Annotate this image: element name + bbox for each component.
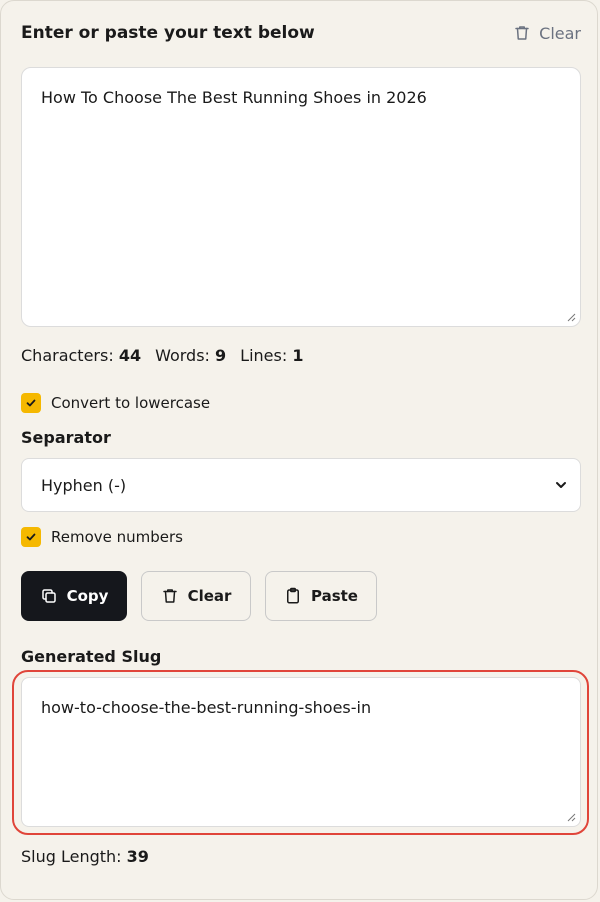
text-input[interactable]: How To Choose The Best Running Shoes in … (21, 67, 581, 327)
header-clear-label: Clear (539, 23, 581, 43)
lowercase-checkbox[interactable] (21, 393, 41, 413)
trash-icon (515, 26, 529, 40)
clear-button[interactable]: Clear (141, 571, 251, 621)
clipboard-icon (287, 587, 299, 604)
slug-output-value: how-to-choose-the-best-running-shoes-in (41, 698, 372, 717)
paste-label: Paste (311, 587, 358, 605)
copy-button[interactable]: Copy (21, 571, 127, 621)
slug-length-label: Slug Length: (21, 847, 122, 866)
lines-value: 1 (292, 346, 304, 365)
words-value: 9 (215, 346, 227, 365)
generated-slug-title: Generated Slug (21, 647, 162, 666)
copy-label: Copy (66, 587, 109, 605)
copy-icon (41, 589, 56, 603)
clear-label: Clear (187, 587, 232, 605)
words-label: Words: (155, 346, 210, 365)
words-stat: Words: 9 (155, 346, 226, 365)
remove-numbers-option[interactable]: Remove numbers (21, 527, 183, 547)
slug-length: Slug Length: 39 (21, 847, 149, 866)
characters-stat: Characters: 44 (21, 346, 141, 365)
lowercase-label: Convert to lowercase (51, 394, 211, 412)
input-title: Enter or paste your text below (21, 23, 315, 43)
separator-select[interactable]: Hyphen (-) (21, 458, 581, 512)
lowercase-option[interactable]: Convert to lowercase (21, 393, 210, 413)
input-header: Enter or paste your text below Clear (21, 21, 581, 45)
resize-grip-icon[interactable] (566, 312, 576, 322)
characters-value: 44 (118, 346, 142, 365)
check-icon (26, 399, 36, 407)
slug-output[interactable]: how-to-choose-the-best-running-shoes-in (21, 677, 581, 827)
remove-numbers-label: Remove numbers (51, 528, 183, 546)
characters-label: Characters: (21, 346, 114, 365)
separator-label: Separator (21, 428, 111, 447)
slug-generator-panel: Enter or paste your text below Clear How… (0, 0, 598, 900)
chevron-down-icon (556, 482, 566, 488)
slug-length-value: 39 (126, 847, 149, 866)
separator-selected-value: Hyphen (-) (41, 475, 127, 495)
trash-icon (162, 589, 177, 603)
header-clear-button[interactable]: Clear (513, 24, 581, 43)
paste-button[interactable]: Paste (265, 571, 377, 621)
text-input-value: How To Choose The Best Running Shoes in … (41, 88, 427, 107)
text-stats: Characters: 44 Words: 9 Lines: 1 (21, 346, 303, 365)
remove-numbers-checkbox[interactable] (21, 527, 41, 547)
lines-stat: Lines: 1 (240, 346, 303, 365)
lines-label: Lines: (240, 346, 288, 365)
check-icon (26, 533, 36, 541)
resize-grip-icon[interactable] (566, 812, 576, 822)
